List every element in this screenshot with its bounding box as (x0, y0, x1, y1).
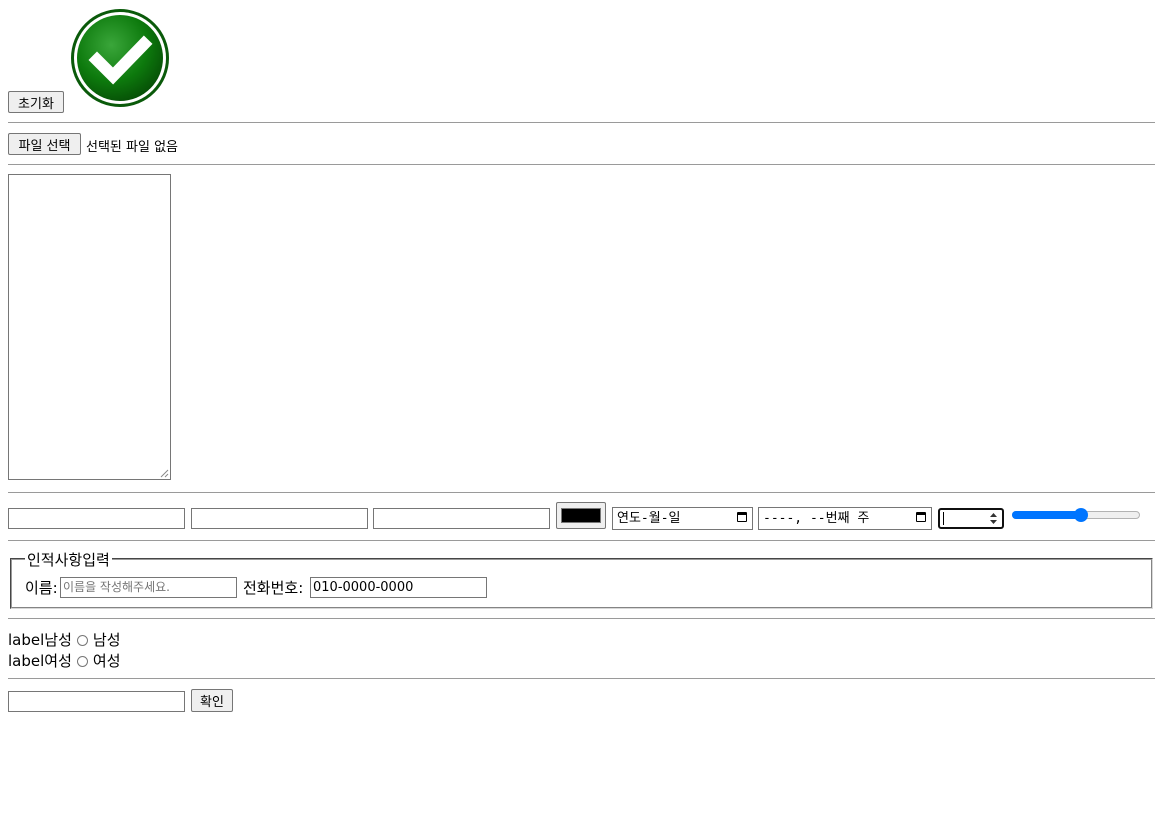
text-input-3[interactable] (373, 508, 550, 529)
reset-button[interactable]: 초기화 (8, 91, 64, 113)
text-input-2[interactable] (191, 508, 368, 529)
textarea[interactable] (8, 174, 171, 480)
calendar-icon[interactable] (737, 512, 747, 522)
date-placeholder: 연도-월-일 (617, 511, 681, 526)
female-label[interactable]: 여성 (93, 652, 121, 670)
male-radio[interactable] (76, 635, 88, 646)
number-input[interactable] (938, 508, 1004, 529)
male-label[interactable]: 남성 (93, 631, 121, 649)
name-input[interactable]: 이름을 작성해주세요. (60, 577, 237, 598)
file-select-button[interactable]: 파일 선택 (8, 133, 81, 155)
range-slider[interactable] (1012, 508, 1140, 522)
divider (8, 540, 1155, 541)
phone-value: 010-0000-0000 (313, 580, 414, 595)
slider-fill (1012, 511, 1080, 519)
gender-male-row: label남성 남성 (8, 629, 121, 650)
divider (8, 164, 1155, 165)
divider (8, 678, 1155, 679)
week-placeholder: ----, --번째 주 (763, 511, 870, 526)
divider (8, 618, 1155, 619)
date-input[interactable]: 연도-월-일 (612, 507, 753, 530)
text-input-1[interactable] (8, 508, 185, 529)
resize-handle-icon[interactable] (160, 469, 169, 478)
female-radio[interactable] (76, 656, 88, 667)
check-mark-icon (70, 8, 170, 108)
spinner-icon[interactable] (989, 512, 998, 525)
fieldset-legend: 인적사항입력 (25, 549, 112, 570)
color-picker[interactable] (556, 502, 606, 529)
file-status: 선택된 파일 없음 (86, 140, 178, 155)
phone-label: 전화번호: (243, 579, 304, 597)
text-cursor (943, 512, 944, 525)
name-placeholder: 이름을 작성해주세요. (63, 580, 170, 594)
divider (8, 122, 1155, 123)
name-label: 이름: (25, 579, 58, 597)
gender-female-row: label여성 여성 (8, 650, 121, 671)
file-select-label: 파일 선택 (18, 138, 71, 154)
slider-thumb[interactable] (1074, 508, 1088, 522)
phone-input[interactable]: 010-0000-0000 (310, 577, 487, 598)
confirm-button[interactable]: 확인 (191, 689, 233, 712)
bottom-text-input[interactable] (8, 691, 185, 712)
confirm-button-label: 확인 (200, 695, 224, 710)
reset-button-label: 초기화 (18, 96, 54, 112)
male-prefix-label: label남성 (8, 631, 72, 649)
divider (8, 492, 1155, 493)
female-prefix-label: label여성 (8, 652, 72, 670)
week-input[interactable]: ----, --번째 주 (758, 507, 932, 530)
color-swatch (561, 508, 601, 523)
calendar-icon[interactable] (916, 512, 926, 522)
